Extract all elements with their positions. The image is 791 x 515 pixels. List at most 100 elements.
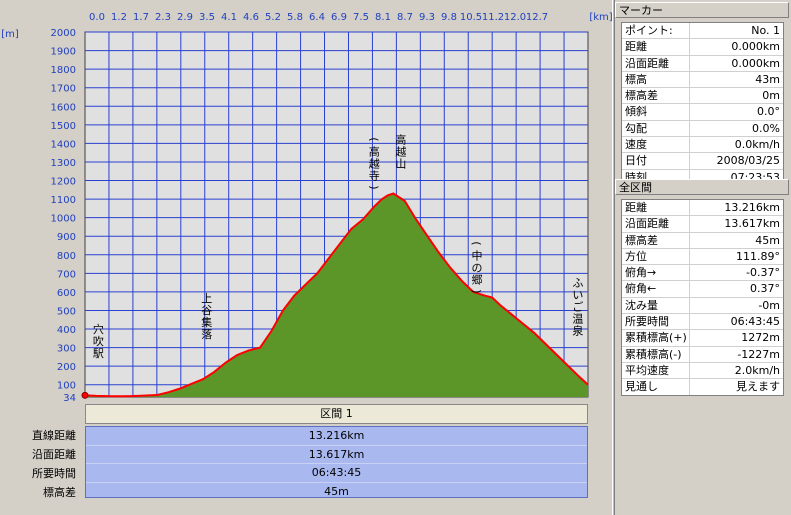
- x-tick-label: 4.6: [243, 12, 259, 23]
- row-key: 累積標高(-): [622, 346, 690, 362]
- x-tick-label: 9.3: [419, 12, 435, 23]
- landmark-char: 落: [201, 328, 212, 341]
- marker-row: 勾配 0.0%: [622, 120, 783, 138]
- total-panel: 距離 13.216km 沿面距離 13.617km 標高差 45m 方位 111.89°…: [621, 199, 784, 396]
- landmark-char: 寺: [369, 169, 380, 182]
- x-tick-label: 4.1: [221, 12, 237, 23]
- y-tick-label: 1800: [51, 65, 76, 76]
- row-key: 距離: [622, 39, 690, 55]
- row-key: 俯角←: [622, 281, 690, 297]
- row-key: 方位: [622, 248, 690, 265]
- total-row: 沿面距離 13.617km: [622, 216, 783, 233]
- straight-distance-value: 13.216km: [86, 427, 587, 446]
- landmark-char: ご: [572, 299, 583, 313]
- total-row: 沈み量 -0m: [622, 297, 783, 315]
- x-unit-label: [km]: [589, 12, 612, 23]
- row-value: 0.000km: [731, 56, 780, 70]
- x-tick-label: 10.5: [460, 12, 482, 23]
- landmark-char: 郷: [472, 272, 483, 286]
- total-row: 見通し 見えます: [622, 379, 783, 395]
- x-tick-label: 7.5: [353, 12, 369, 23]
- landmark-label: 穴吹駅: [93, 322, 104, 360]
- row-key: 沿面距離: [622, 55, 690, 71]
- y-tick-label: 800: [57, 251, 76, 262]
- elevation-profile-chart[interactable]: 2000 1900 1800 1700 1600 1500 1400 1300 1200 1100…: [0, 0, 612, 402]
- row-value: 111.89°: [736, 249, 780, 263]
- landmark-label: 高越山: [395, 132, 406, 170]
- marker-row: 傾斜 0.0°: [622, 104, 783, 121]
- x-tick-label: 5.8: [287, 12, 303, 23]
- total-row: 累積標高(+) 1272m: [622, 330, 783, 347]
- x-tick-label: 2.9: [177, 12, 193, 23]
- y-tick-label: 200: [57, 362, 76, 373]
- row-value: 2008/03/25: [716, 154, 780, 168]
- panel-splitter[interactable]: [612, 0, 615, 515]
- position-marker[interactable]: [81, 391, 89, 399]
- y-tick-label: 1600: [51, 102, 76, 113]
- straight-distance-label: 直線距離: [32, 429, 76, 442]
- y-tick-label: 400: [57, 325, 76, 336]
- y-tick-label: 600: [57, 288, 76, 299]
- total-row: 所要時間 06:43:45: [622, 314, 783, 331]
- row-key: 平均速度: [622, 362, 690, 379]
- y-tick-label: 1700: [51, 84, 76, 95]
- landmark-char: ): [470, 289, 483, 293]
- y-tick-label: 1300: [51, 158, 76, 169]
- landmark-char: (: [470, 241, 483, 245]
- row-key: 俯角→: [622, 265, 690, 281]
- y-tick-label: 300: [57, 344, 76, 355]
- landmark-char: 越: [395, 144, 406, 158]
- marker-row: 標高 43m: [622, 71, 783, 89]
- row-value: 0.0°: [757, 105, 780, 119]
- total-row: 平均速度 2.0km/h: [622, 362, 783, 380]
- total-row: 俯角→ -0.37°: [622, 265, 783, 282]
- y-tick-label: 1900: [51, 47, 76, 58]
- landmark-char: 越: [369, 156, 380, 170]
- y-tick-label: 900: [57, 232, 76, 243]
- landmark-char: (: [367, 137, 380, 141]
- x-tick-label: 8.1: [375, 12, 391, 23]
- total-row: 方位 111.89°: [622, 248, 783, 266]
- section-header[interactable]: 区間 1: [85, 404, 588, 424]
- row-key: 標高差: [622, 232, 690, 248]
- landmark-label: (高越寺): [367, 137, 380, 189]
- x-tick-label: 5.2: [265, 12, 281, 23]
- row-key: 標高差: [622, 88, 690, 104]
- y-tick-label: 1200: [51, 177, 76, 188]
- row-key: 距離: [622, 200, 690, 216]
- section-title: 区間 1: [320, 407, 353, 420]
- landmark-char: 穴: [93, 322, 104, 336]
- row-value: 見えます: [736, 380, 780, 394]
- x-tick-label: 11.2: [482, 12, 504, 23]
- elapsed-time-value: 06:43:45: [86, 464, 587, 483]
- x-tick-label: 6.4: [309, 12, 325, 23]
- landmark-label: 上谷集落: [201, 292, 212, 341]
- y-min-label: 34: [63, 393, 76, 402]
- row-key: ポイント:: [622, 23, 690, 39]
- surface-distance-label: 沿面距離: [32, 448, 76, 461]
- x-tick-label: 0.0: [89, 12, 105, 23]
- row-value: 43m: [755, 72, 780, 86]
- marker-row: 距離 0.000km: [622, 39, 783, 56]
- elapsed-time-label: 所要時間: [32, 467, 76, 480]
- marker-panel-title: マーカー: [615, 2, 789, 18]
- y-tick-label: 100: [57, 381, 76, 392]
- row-value: No. 1: [751, 24, 780, 37]
- y-tick-label: 700: [57, 269, 76, 280]
- elevation-diff-label: 標高差: [43, 486, 76, 499]
- surface-distance-value: 13.617km: [86, 446, 587, 464]
- total-row: 俯角← 0.37°: [622, 281, 783, 298]
- row-value: 0.0%: [752, 121, 780, 135]
- y-tick-label: 1000: [51, 214, 76, 225]
- x-tick-label: 1.2: [111, 12, 127, 23]
- x-tick-label: 12.7: [526, 12, 548, 23]
- total-row: 標高差 45m: [622, 232, 783, 249]
- row-key: 勾配: [622, 120, 690, 137]
- row-value: 06:43:45: [730, 315, 780, 329]
- row-value: 2.0km/h: [734, 363, 780, 377]
- row-value: -0.37°: [746, 266, 780, 280]
- landmark-label: (中の郷): [470, 241, 483, 293]
- x-tick-label: 12.0: [504, 12, 526, 23]
- y-tick-label: 1400: [51, 139, 76, 150]
- row-value: 13.617km: [724, 217, 780, 231]
